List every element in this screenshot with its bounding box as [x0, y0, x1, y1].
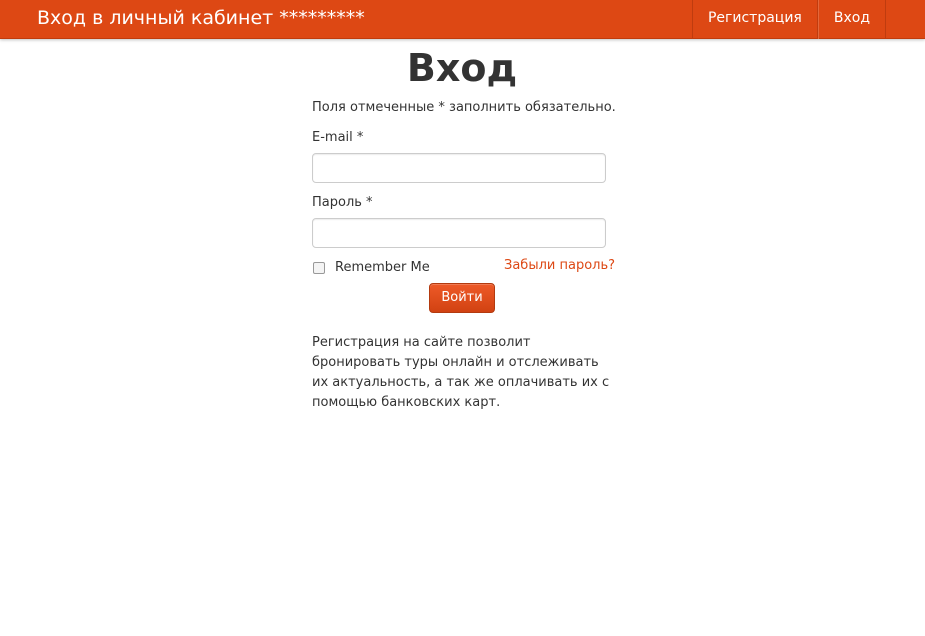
navbar-links: Регистрация Вход [691, 0, 886, 39]
password-label: Пароль * [312, 195, 373, 210]
navbar-brand[interactable]: Вход в личный кабинет ********* [37, 7, 365, 29]
required-fields-hint: Поля отмеченные * заполнить обязательно. [312, 100, 616, 115]
nav-link-login[interactable]: Вход [817, 0, 886, 39]
nav-link-register[interactable]: Регистрация [693, 0, 818, 39]
password-input[interactable] [312, 218, 606, 248]
email-label: E-mail * [312, 130, 364, 145]
email-input[interactable] [312, 153, 606, 183]
registration-info-text: Регистрация на сайте позволит бронироват… [312, 335, 610, 410]
forgot-password-link[interactable]: Забыли пароль? [504, 257, 615, 275]
login-button[interactable]: Войти [429, 283, 495, 313]
top-navbar: Вход в личный кабинет ********* Регистра… [0, 0, 925, 39]
remember-me-checkbox[interactable] [313, 262, 325, 274]
page-title: Вход [406, 46, 518, 90]
remember-me-label[interactable]: Remember Me [335, 259, 430, 277]
